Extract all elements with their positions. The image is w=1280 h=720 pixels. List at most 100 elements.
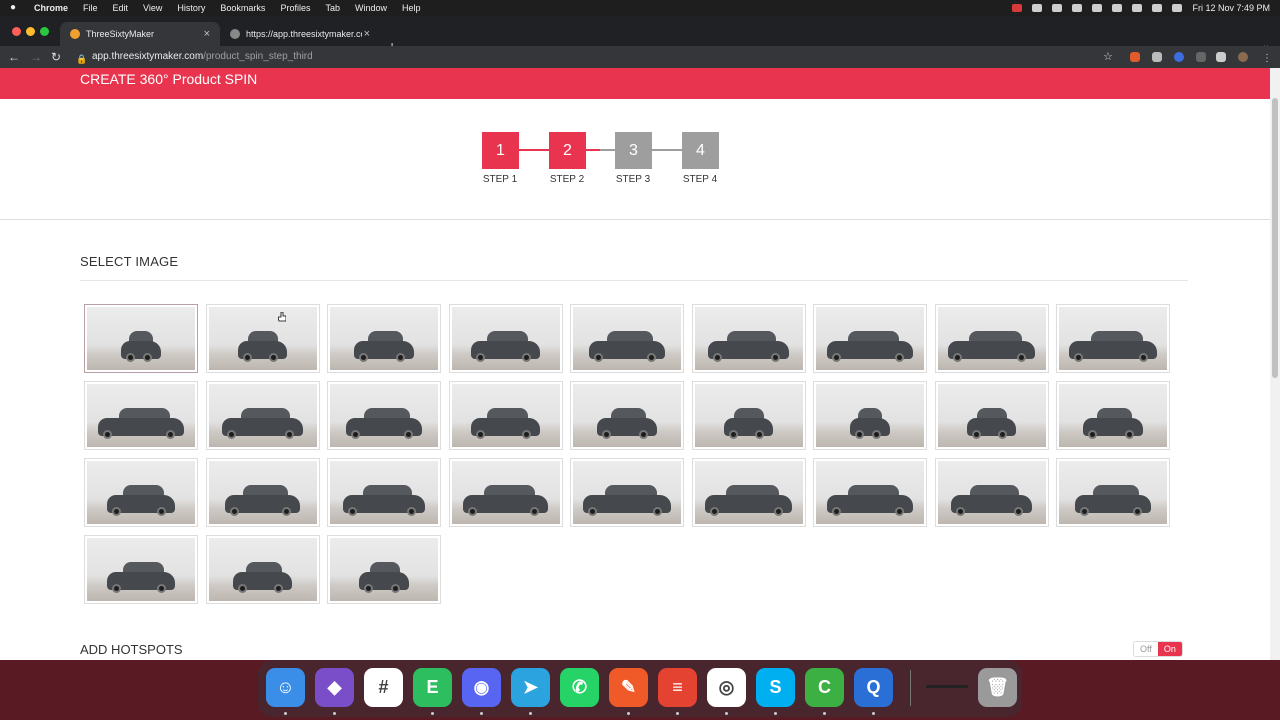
url-field[interactable]: app.threesixtymaker.com/product_spin_ste… <box>92 51 313 62</box>
extension-icon[interactable] <box>1196 52 1206 62</box>
image-thumbnail[interactable] <box>327 535 441 604</box>
step-2-button[interactable]: 2 <box>549 132 586 169</box>
menu-window[interactable]: Window <box>355 3 387 13</box>
apple-icon[interactable]: ● <box>10 3 20 13</box>
image-thumbnail[interactable] <box>327 304 441 373</box>
image-thumbnail[interactable] <box>691 458 806 527</box>
menu-bookmarks[interactable]: Bookmarks <box>220 3 265 13</box>
extension-icon[interactable] <box>1152 52 1162 62</box>
bluetooth-icon[interactable] <box>1112 4 1123 12</box>
search-icon[interactable] <box>1152 4 1163 12</box>
image-thumbnail[interactable] <box>205 535 320 604</box>
avatar[interactable] <box>1238 52 1248 62</box>
puzzle-icon[interactable] <box>1216 52 1226 62</box>
chrome-icon[interactable]: ◎ <box>707 668 746 707</box>
discord-icon[interactable]: ◉ <box>462 668 501 707</box>
menu-app-name[interactable]: Chrome <box>34 3 68 13</box>
image-thumbnail[interactable] <box>448 458 563 527</box>
image-thumbnail[interactable] <box>934 304 1049 373</box>
close-tab-icon[interactable]: × <box>204 28 210 40</box>
image-thumbnail[interactable] <box>1056 304 1170 373</box>
menu-tab[interactable]: Tab <box>325 3 340 13</box>
trash-icon[interactable]: 🗑 <box>978 668 1017 707</box>
image-thumbnail[interactable] <box>813 381 927 450</box>
image-thumbnail[interactable] <box>813 304 927 373</box>
menu-history[interactable]: History <box>177 3 205 13</box>
whatsapp-icon[interactable]: ✆ <box>560 668 599 707</box>
step-3-button[interactable]: 3 <box>615 132 652 169</box>
scrollbar[interactable] <box>1270 68 1280 660</box>
image-thumbnail[interactable] <box>1056 458 1170 527</box>
more-menu-icon[interactable]: ⋮ <box>1262 51 1272 67</box>
hotspots-toggle[interactable]: Off On <box>1133 641 1183 657</box>
skype-icon[interactable]: S <box>756 668 795 707</box>
step-4-button[interactable]: 4 <box>682 132 719 169</box>
menu-file[interactable]: File <box>83 3 98 13</box>
image-thumbnail[interactable] <box>327 458 441 527</box>
clock[interactable]: Fri 12 Nov 7:49 PM <box>1192 3 1270 13</box>
menu-help[interactable]: Help <box>402 3 421 13</box>
close-window-icon[interactable] <box>12 27 21 36</box>
minimized-window[interactable] <box>926 685 968 688</box>
step-1-button[interactable]: 1 <box>482 132 519 169</box>
image-thumbnail[interactable] <box>934 381 1049 450</box>
image-thumbnail[interactable] <box>691 381 806 450</box>
quicktime-icon[interactable]: Q <box>854 668 893 707</box>
telegram-icon[interactable]: ➤ <box>511 668 550 707</box>
volume-icon[interactable] <box>1092 4 1103 12</box>
image-thumbnail[interactable] <box>205 304 320 373</box>
back-arrow-icon[interactable]: ← <box>8 49 20 65</box>
control-center-icon[interactable] <box>1172 4 1183 12</box>
tab-threesixtymaker[interactable]: ThreeSixtyMaker × <box>60 22 220 46</box>
image-thumbnail[interactable] <box>448 304 563 373</box>
image-thumbnail[interactable] <box>934 458 1049 527</box>
todoist-icon[interactable]: ≡ <box>658 668 697 707</box>
finder-icon[interactable]: ☺ <box>266 668 305 707</box>
page-title: CREATE 360° Product SPIN <box>80 71 258 87</box>
menu-edit[interactable]: Edit <box>113 3 129 13</box>
close-tab-icon[interactable]: × <box>364 28 370 40</box>
evernote-icon[interactable]: E <box>413 668 452 707</box>
image-thumbnail[interactable] <box>84 304 198 373</box>
tab-url[interactable]: https://app.threesixtymaker.co × <box>220 22 380 46</box>
image-thumbnail[interactable] <box>813 458 927 527</box>
image-thumbnail[interactable] <box>691 304 806 373</box>
image-thumbnail[interactable] <box>570 458 684 527</box>
wheel <box>1088 430 1098 439</box>
image-thumbnail[interactable] <box>570 381 684 450</box>
pen-app-icon[interactable]: ✎ <box>609 668 648 707</box>
bookmark-star-icon[interactable]: ☆ <box>1103 49 1113 65</box>
record-icon[interactable] <box>1012 4 1023 12</box>
image-thumbnail[interactable] <box>205 381 320 450</box>
forward-arrow-icon[interactable]: → <box>30 49 42 65</box>
tray-icon[interactable] <box>1032 4 1043 12</box>
battery-icon[interactable] <box>1132 4 1143 12</box>
image-thumbnail[interactable] <box>327 381 441 450</box>
menu-view[interactable]: View <box>143 3 162 13</box>
lock-icon[interactable]: 🔒 <box>76 51 87 67</box>
toggle-off-option[interactable]: Off <box>1134 642 1158 656</box>
image-thumbnail[interactable] <box>570 304 684 373</box>
reload-icon[interactable]: ↻ <box>51 49 61 65</box>
tab-bar: ThreeSixtyMaker × https://app.threesixty… <box>0 16 1280 53</box>
maximize-window-icon[interactable] <box>40 27 49 36</box>
extension-icon[interactable] <box>1130 52 1140 62</box>
toggle-on-option[interactable]: On <box>1157 642 1182 656</box>
cloud-icon[interactable] <box>1052 4 1063 12</box>
wifi-icon[interactable] <box>1072 4 1083 12</box>
menu-profiles[interactable]: Profiles <box>280 3 310 13</box>
minimize-window-icon[interactable] <box>26 27 35 36</box>
slack-icon[interactable]: # <box>364 668 403 707</box>
image-thumbnail[interactable] <box>84 535 198 604</box>
image-thumbnail[interactable] <box>84 381 198 450</box>
wheel <box>467 507 477 516</box>
wheel <box>709 507 719 516</box>
image-thumbnail[interactable] <box>84 458 198 527</box>
obsidian-icon[interactable]: ◆ <box>315 668 354 707</box>
extension-icon[interactable] <box>1174 52 1184 62</box>
image-thumbnail[interactable] <box>448 381 563 450</box>
camtasia-icon[interactable]: C <box>805 668 844 707</box>
image-thumbnail[interactable] <box>1056 381 1170 450</box>
scrollbar-thumb[interactable] <box>1272 98 1278 378</box>
image-thumbnail[interactable] <box>205 458 320 527</box>
